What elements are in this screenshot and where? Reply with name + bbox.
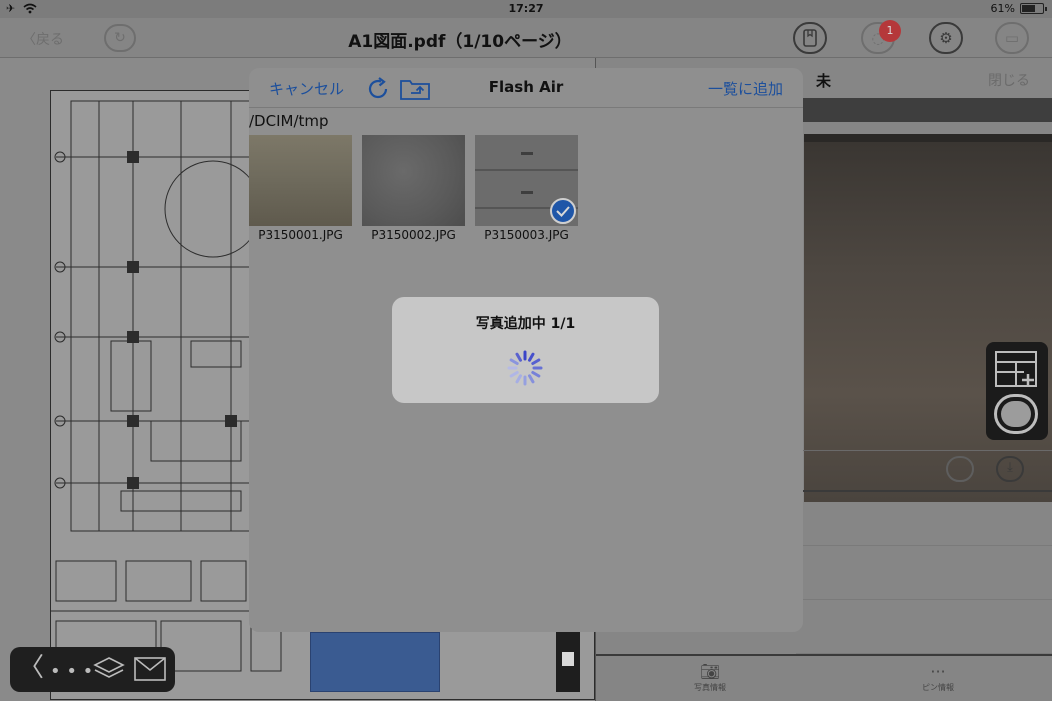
- tab-pin-info[interactable]: ··· ピン情報: [888, 662, 988, 693]
- back-button[interactable]: 〈戻る: [22, 29, 64, 49]
- status-time: 17:27: [508, 2, 544, 15]
- photo-filename: P3150002.JPG: [371, 228, 456, 242]
- grid-add-icon[interactable]: [994, 350, 1038, 388]
- modal-header: キャンセル Flash Air 一覧に追加: [249, 68, 803, 108]
- drawer-handle: [521, 191, 533, 194]
- photo-filename: P3150001.JPG: [258, 228, 343, 242]
- nav-bar: 〈戻る ↻ A1図面.pdf（1/10ページ） ◌ 1 ⚙ ▭: [0, 18, 1052, 58]
- add-to-list-button[interactable]: 一覧に追加: [708, 78, 783, 99]
- settings-gear-icon[interactable]: ⚙: [929, 22, 963, 54]
- selected-region[interactable]: [310, 632, 440, 692]
- progress-alert: 写真追加中 1/1: [392, 297, 659, 403]
- panel-tab-bar: 📷︎ 写真情報 ··· ピン情報: [596, 654, 1052, 701]
- battery-icon: [1020, 3, 1047, 14]
- bottom-toolbar: 〈 • • •: [10, 647, 175, 692]
- folder-path: /DCIM/tmp: [249, 112, 329, 130]
- list-item[interactable]: [796, 600, 1052, 654]
- photo-action-row: ⤓: [796, 450, 1052, 488]
- camera-preview: [804, 142, 1052, 502]
- battery-percent: 61%: [990, 2, 1015, 15]
- loading-spinner-icon: [507, 350, 543, 386]
- photo-thumbnail-selected[interactable]: [475, 135, 578, 226]
- photo-filename: P3150003.JPG: [484, 228, 569, 242]
- alert-title: 写真追加中 1/1: [475, 316, 576, 332]
- notification-badge: 1: [879, 20, 901, 42]
- undo-icon[interactable]: ↻: [104, 24, 136, 52]
- window-icon[interactable]: ▭: [995, 22, 1029, 54]
- camera-controls: [986, 342, 1048, 440]
- camera-icon[interactable]: [946, 456, 974, 482]
- layers-icon[interactable]: [92, 655, 126, 683]
- photo-header-bar: [796, 98, 1052, 122]
- page-title: A1図面.pdf（1/10ページ）: [348, 32, 572, 52]
- tab-photo-info[interactable]: 📷︎ 写真情報: [660, 662, 760, 693]
- zoom-slider[interactable]: [556, 632, 580, 692]
- status-bar: ✈ 17:27 61%: [0, 0, 1052, 18]
- comment-icon[interactable]: ◌ 1: [861, 20, 901, 54]
- list-item[interactable]: [796, 492, 1052, 546]
- photo-thumbnail[interactable]: [362, 135, 465, 226]
- camera-icon: 📷︎: [699, 662, 721, 681]
- panel-title: 未: [816, 72, 832, 90]
- bookmark-icon[interactable]: [793, 22, 827, 54]
- photo-thumbnail[interactable]: [249, 135, 352, 226]
- checkmark-icon: [550, 198, 576, 224]
- list-item[interactable]: [796, 546, 1052, 600]
- zoom-slider-knob[interactable]: [562, 652, 574, 666]
- drawer-handle: [521, 152, 533, 155]
- more-dots-icon: ···: [930, 662, 946, 681]
- mail-icon[interactable]: [134, 657, 166, 681]
- more-dots-icon[interactable]: • • •: [50, 657, 93, 687]
- chevron-left-icon[interactable]: 〈: [18, 653, 44, 683]
- close-button[interactable]: 閉じる: [988, 70, 1030, 90]
- shutter-button[interactable]: [994, 394, 1038, 434]
- download-icon[interactable]: ⤓: [996, 456, 1024, 482]
